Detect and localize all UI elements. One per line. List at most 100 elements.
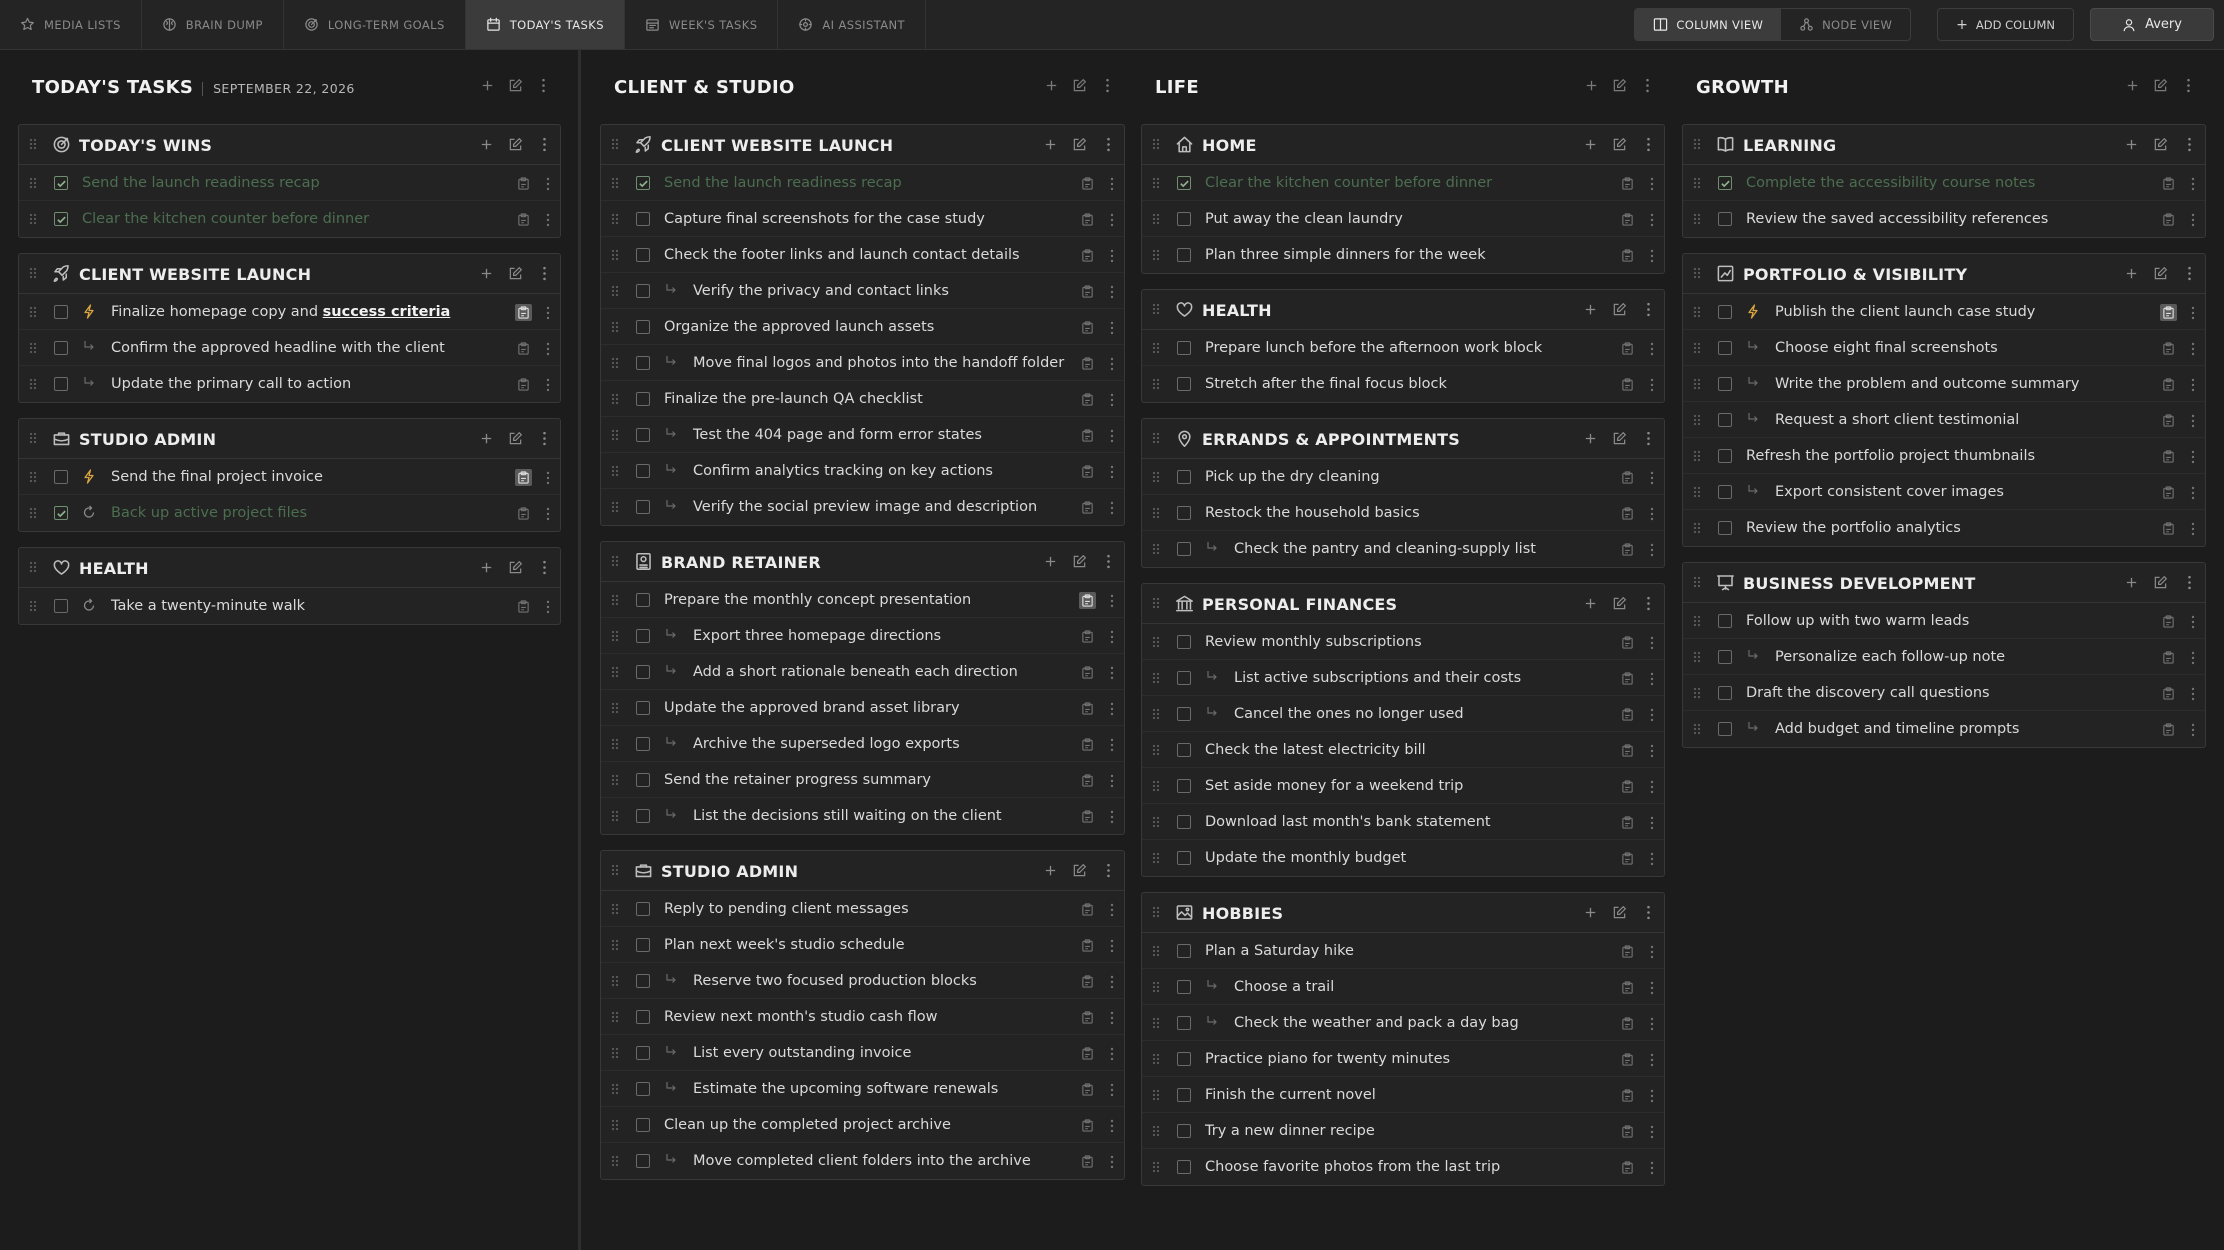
drag-handle-icon[interactable] [1693,177,1701,189]
notes-button[interactable] [1079,391,1096,408]
task-text[interactable]: Draft the discovery call questions [1746,685,1990,701]
node-view-button[interactable]: NODE VIEW [1781,9,1910,40]
task-checkbox[interactable] [636,629,650,643]
task-row[interactable]: Confirm the approved headline with the c… [19,330,560,366]
task-checkbox[interactable] [1718,722,1732,736]
tab-long-term-goals[interactable]: LONG-TERM GOALS [284,0,466,49]
more-options-icon[interactable] [1650,249,1654,263]
notes-button[interactable] [1079,283,1096,300]
drag-handle-icon[interactable] [29,600,37,612]
task-row[interactable]: Cancel the ones no longer used [1142,696,1664,732]
task-text[interactable]: Send the final project invoice [111,469,323,485]
drag-handle-icon[interactable] [29,471,37,483]
notes-button[interactable] [1619,742,1636,759]
task-text[interactable]: Follow up with two warm leads [1746,613,1969,629]
notes-button[interactable] [1079,1117,1096,1134]
more-options-icon[interactable] [1110,939,1114,953]
notes-button[interactable] [1619,706,1636,723]
notes-button[interactable] [1619,1087,1636,1104]
task-row[interactable]: Add a short rationale beneath each direc… [601,654,1124,690]
task-text[interactable]: Reserve two focused production blocks [693,973,977,989]
more-options-icon[interactable] [2191,177,2195,191]
notes-button[interactable] [1619,175,1636,192]
notes-button[interactable] [1079,700,1096,717]
task-checkbox[interactable] [636,737,650,751]
more-options-icon[interactable] [1110,774,1114,788]
task-checkbox[interactable] [54,212,68,226]
task-text[interactable]: Add a short rationale beneath each direc… [693,664,1018,680]
drag-handle-icon[interactable] [29,561,37,573]
add-task-icon[interactable] [2125,78,2140,93]
drag-handle-icon[interactable] [1152,543,1160,555]
task-checkbox[interactable] [1718,413,1732,427]
task-checkbox[interactable] [1177,671,1191,685]
task-checkbox[interactable] [636,500,650,514]
edit-icon[interactable] [2153,575,2168,590]
task-row[interactable]: Check the footer links and launch contac… [601,237,1124,273]
task-text[interactable]: Put away the clean laundry [1205,211,1403,227]
task-row[interactable]: Take a twenty-minute walk [19,588,560,624]
task-row[interactable]: Choose favorite photos from the last tri… [1142,1149,1664,1185]
task-checkbox[interactable] [1718,614,1732,628]
task-checkbox[interactable] [1177,341,1191,355]
drag-handle-icon[interactable] [611,702,619,714]
notes-button[interactable] [515,340,532,357]
drag-handle-icon[interactable] [1152,1017,1160,1029]
edit-icon[interactable] [1612,78,1627,93]
task-row[interactable]: Request a short client testimonial [1683,402,2205,438]
column-view-button[interactable]: COLUMN VIEW [1635,9,1782,40]
task-row[interactable]: Follow up with two warm leads [1683,603,2205,639]
more-options-icon[interactable] [2182,137,2197,152]
task-row[interactable]: Test the 404 page and form error states [601,417,1124,453]
task-row[interactable]: Check the pantry and cleaning-supply lis… [1142,531,1664,567]
drag-handle-icon[interactable] [1693,213,1701,225]
task-text[interactable]: Prepare lunch before the afternoon work … [1205,340,1542,356]
more-options-icon[interactable] [2181,78,2196,93]
notes-button[interactable] [515,376,532,393]
task-checkbox[interactable] [1177,1124,1191,1138]
edit-icon[interactable] [1612,431,1627,446]
notes-button[interactable] [1619,943,1636,960]
drag-handle-icon[interactable] [611,285,619,297]
task-row[interactable]: Choose eight final screenshots [1683,330,2205,366]
task-row[interactable]: Publish the client launch case study [1683,294,2205,330]
task-checkbox[interactable] [1177,212,1191,226]
more-options-icon[interactable] [2182,266,2197,281]
task-checkbox[interactable] [636,773,650,787]
edit-icon[interactable] [508,78,523,93]
task-checkbox[interactable] [1177,506,1191,520]
task-checkbox[interactable] [54,506,68,520]
add-task-icon[interactable] [1584,78,1599,93]
task-text[interactable]: List the decisions still waiting on the … [693,808,1002,824]
more-options-icon[interactable] [2191,342,2195,356]
notes-button[interactable] [1079,1081,1096,1098]
task-text[interactable]: Check the footer links and launch contac… [664,247,1020,263]
notes-button[interactable] [515,304,532,321]
more-options-icon[interactable] [1101,137,1116,152]
more-options-icon[interactable] [1110,630,1114,644]
tab-brain-dump[interactable]: BRAIN DUMP [142,0,284,49]
task-row[interactable]: Finalize the pre-launch QA checklist [601,381,1124,417]
task-row[interactable]: Clear the kitchen counter before dinner [1142,165,1664,201]
notes-button[interactable] [1079,355,1096,372]
task-checkbox[interactable] [636,665,650,679]
task-text[interactable]: Estimate the upcoming software renewals [693,1081,998,1097]
add-task-icon[interactable] [1583,302,1598,317]
more-options-icon[interactable] [1110,357,1114,371]
edit-icon[interactable] [1072,863,1087,878]
more-options-icon[interactable] [1650,177,1654,191]
drag-handle-icon[interactable] [29,177,37,189]
more-options-icon[interactable] [2191,615,2195,629]
task-text[interactable]: Finalize homepage copy and success crite… [111,304,450,320]
drag-handle-icon[interactable] [29,507,37,519]
drag-handle-icon[interactable] [611,321,619,333]
more-options-icon[interactable] [2191,522,2195,536]
task-checkbox[interactable] [1177,1160,1191,1174]
task-text[interactable]: Verify the privacy and contact links [693,283,949,299]
more-options-icon[interactable] [1110,1011,1114,1025]
more-options-icon[interactable] [1110,501,1114,515]
task-row[interactable]: Verify the privacy and contact links [601,273,1124,309]
notes-button[interactable] [1619,376,1636,393]
more-options-icon[interactable] [1110,285,1114,299]
drag-handle-icon[interactable] [1693,378,1701,390]
